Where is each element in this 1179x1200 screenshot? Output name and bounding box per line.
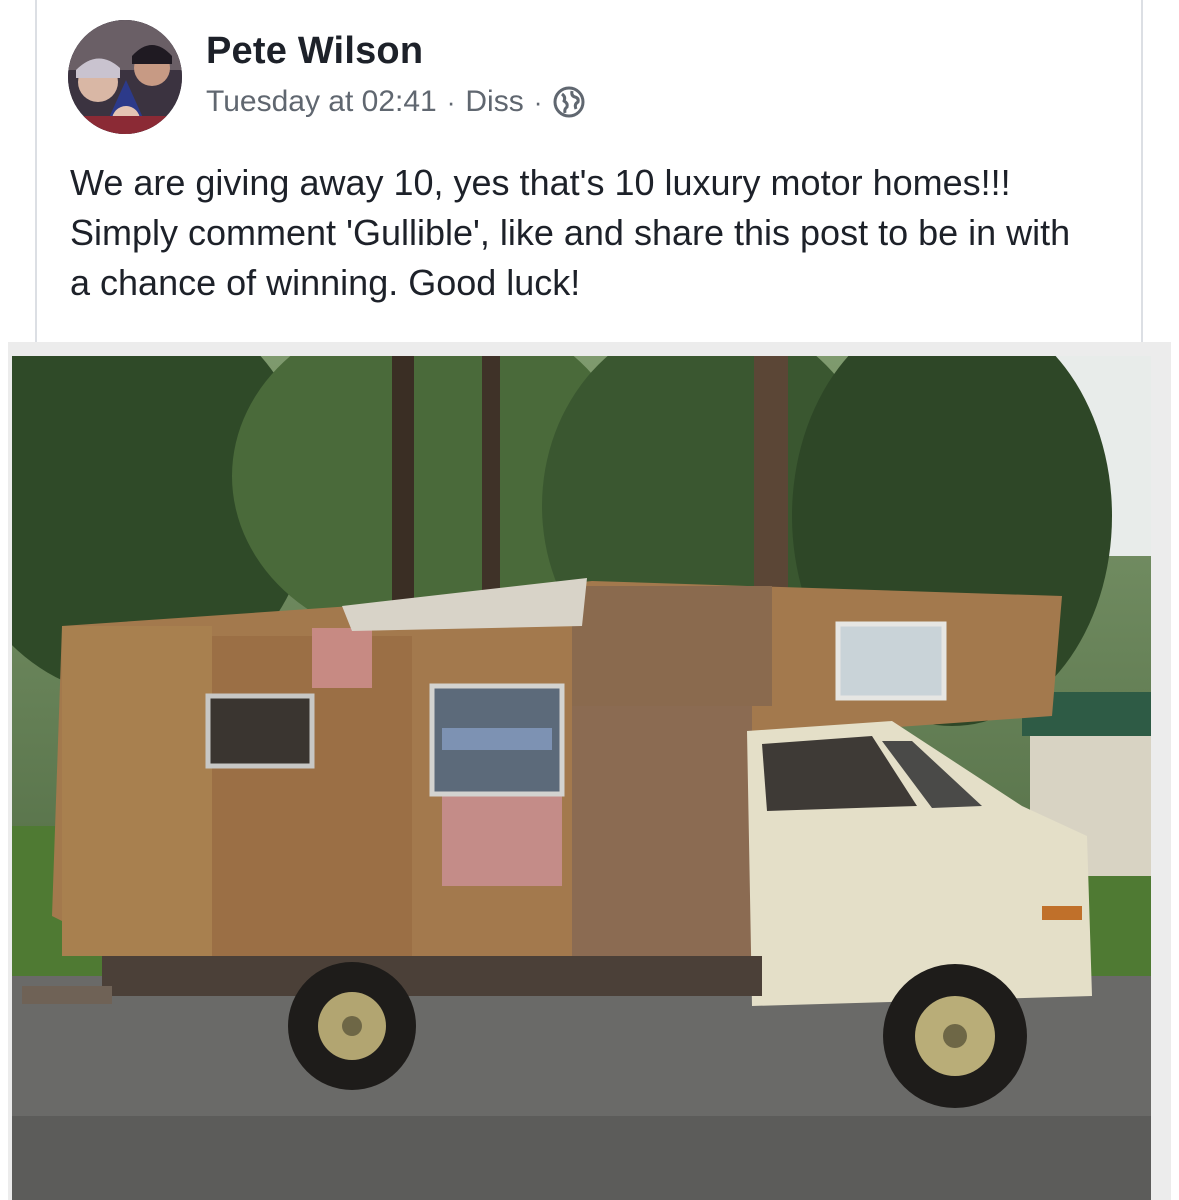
meta-separator: · xyxy=(533,86,543,117)
meta-separator: · xyxy=(446,86,456,117)
post-text: We are giving away 10, yes that's 10 lux… xyxy=(70,162,1071,303)
author-avatar[interactable] xyxy=(68,20,182,134)
post-timestamp[interactable]: Tuesday at 02:41 xyxy=(206,85,437,119)
globe-icon xyxy=(552,85,586,119)
post-photo[interactable] xyxy=(12,356,1151,1200)
author-name[interactable]: Pete Wilson xyxy=(206,30,423,73)
group-link[interactable]: Diss xyxy=(465,85,523,119)
avatar-photo xyxy=(68,20,182,134)
motorhome-photo xyxy=(12,356,1151,1200)
post-meta: Tuesday at 02:41 · Diss · xyxy=(206,84,586,120)
